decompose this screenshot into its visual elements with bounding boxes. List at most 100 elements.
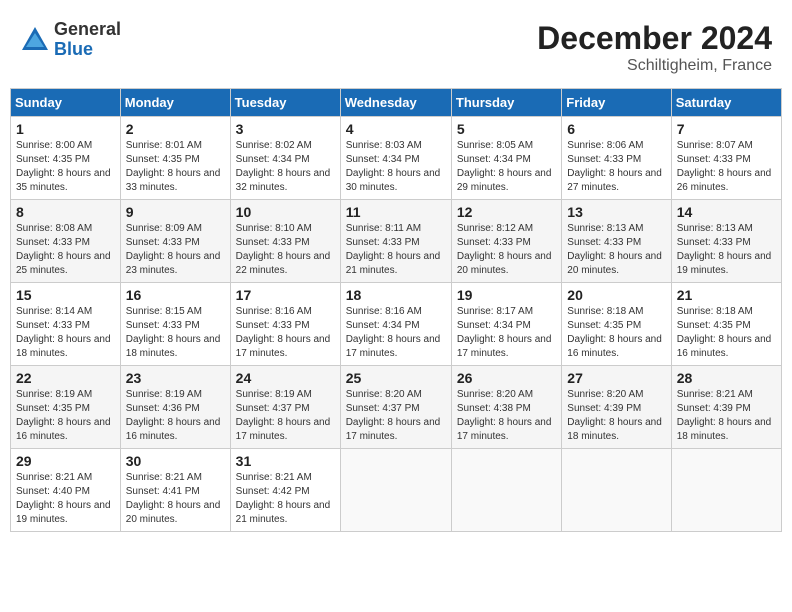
calendar-day-cell: 23 Sunrise: 8:19 AMSunset: 4:36 PMDaylig…: [120, 366, 230, 449]
calendar-day-cell: 8 Sunrise: 8:08 AMSunset: 4:33 PMDayligh…: [11, 200, 121, 283]
weekday-header-cell: Saturday: [671, 89, 781, 117]
page-header: General Blue December 2024 Schiltigheim,…: [10, 10, 782, 80]
logo-general: General: [54, 20, 121, 40]
calendar-day-cell: [451, 449, 561, 532]
calendar-day-cell: 30 Sunrise: 8:21 AMSunset: 4:41 PMDaylig…: [120, 449, 230, 532]
calendar-day-cell: 4 Sunrise: 8:03 AMSunset: 4:34 PMDayligh…: [340, 117, 451, 200]
calendar-day-cell: 25 Sunrise: 8:20 AMSunset: 4:37 PMDaylig…: [340, 366, 451, 449]
day-number: 5: [457, 121, 556, 137]
day-number: 13: [567, 204, 665, 220]
weekday-header-cell: Monday: [120, 89, 230, 117]
day-number: 20: [567, 287, 665, 303]
logo: General Blue: [20, 20, 121, 60]
calendar-day-cell: 3 Sunrise: 8:02 AMSunset: 4:34 PMDayligh…: [230, 117, 340, 200]
day-number: 22: [16, 370, 115, 386]
day-info: Sunrise: 8:08 AMSunset: 4:33 PMDaylight:…: [16, 222, 115, 278]
day-info: Sunrise: 8:11 AMSunset: 4:33 PMDaylight:…: [346, 222, 446, 278]
day-number: 9: [126, 204, 225, 220]
calendar-day-cell: 26 Sunrise: 8:20 AMSunset: 4:38 PMDaylig…: [451, 366, 561, 449]
calendar-day-cell: [340, 449, 451, 532]
logo-blue: Blue: [54, 40, 121, 60]
day-number: 4: [346, 121, 446, 137]
day-info: Sunrise: 8:01 AMSunset: 4:35 PMDaylight:…: [126, 139, 225, 195]
day-info: Sunrise: 8:17 AMSunset: 4:34 PMDaylight:…: [457, 305, 556, 361]
day-number: 30: [126, 453, 225, 469]
calendar-day-cell: [562, 449, 671, 532]
weekday-header-row: SundayMondayTuesdayWednesdayThursdayFrid…: [11, 89, 782, 117]
calendar-day-cell: 7 Sunrise: 8:07 AMSunset: 4:33 PMDayligh…: [671, 117, 781, 200]
calendar-day-cell: 28 Sunrise: 8:21 AMSunset: 4:39 PMDaylig…: [671, 366, 781, 449]
day-info: Sunrise: 8:21 AMSunset: 4:41 PMDaylight:…: [126, 471, 225, 527]
calendar-day-cell: 1 Sunrise: 8:00 AMSunset: 4:35 PMDayligh…: [11, 117, 121, 200]
day-number: 24: [236, 370, 335, 386]
calendar-day-cell: 14 Sunrise: 8:13 AMSunset: 4:33 PMDaylig…: [671, 200, 781, 283]
day-number: 15: [16, 287, 115, 303]
day-number: 29: [16, 453, 115, 469]
calendar-week-row: 15 Sunrise: 8:14 AMSunset: 4:33 PMDaylig…: [11, 283, 782, 366]
calendar-day-cell: 12 Sunrise: 8:12 AMSunset: 4:33 PMDaylig…: [451, 200, 561, 283]
calendar-day-cell: 20 Sunrise: 8:18 AMSunset: 4:35 PMDaylig…: [562, 283, 671, 366]
day-number: 19: [457, 287, 556, 303]
day-info: Sunrise: 8:13 AMSunset: 4:33 PMDaylight:…: [677, 222, 776, 278]
calendar-day-cell: [671, 449, 781, 532]
calendar-day-cell: 17 Sunrise: 8:16 AMSunset: 4:33 PMDaylig…: [230, 283, 340, 366]
day-info: Sunrise: 8:21 AMSunset: 4:39 PMDaylight:…: [677, 388, 776, 444]
calendar-day-cell: 6 Sunrise: 8:06 AMSunset: 4:33 PMDayligh…: [562, 117, 671, 200]
calendar-day-cell: 11 Sunrise: 8:11 AMSunset: 4:33 PMDaylig…: [340, 200, 451, 283]
day-info: Sunrise: 8:16 AMSunset: 4:33 PMDaylight:…: [236, 305, 335, 361]
day-number: 7: [677, 121, 776, 137]
day-number: 17: [236, 287, 335, 303]
day-info: Sunrise: 8:18 AMSunset: 4:35 PMDaylight:…: [567, 305, 665, 361]
day-info: Sunrise: 8:16 AMSunset: 4:34 PMDaylight:…: [346, 305, 446, 361]
day-info: Sunrise: 8:19 AMSunset: 4:37 PMDaylight:…: [236, 388, 335, 444]
calendar-day-cell: 27 Sunrise: 8:20 AMSunset: 4:39 PMDaylig…: [562, 366, 671, 449]
calendar-day-cell: 2 Sunrise: 8:01 AMSunset: 4:35 PMDayligh…: [120, 117, 230, 200]
weekday-header-cell: Thursday: [451, 89, 561, 117]
day-number: 23: [126, 370, 225, 386]
day-number: 28: [677, 370, 776, 386]
day-number: 1: [16, 121, 115, 137]
day-number: 12: [457, 204, 556, 220]
day-info: Sunrise: 8:20 AMSunset: 4:38 PMDaylight:…: [457, 388, 556, 444]
day-info: Sunrise: 8:20 AMSunset: 4:37 PMDaylight:…: [346, 388, 446, 444]
logo-text: General Blue: [54, 20, 121, 60]
day-info: Sunrise: 8:19 AMSunset: 4:36 PMDaylight:…: [126, 388, 225, 444]
calendar-week-row: 8 Sunrise: 8:08 AMSunset: 4:33 PMDayligh…: [11, 200, 782, 283]
day-number: 10: [236, 204, 335, 220]
day-number: 16: [126, 287, 225, 303]
day-info: Sunrise: 8:21 AMSunset: 4:42 PMDaylight:…: [236, 471, 335, 527]
day-info: Sunrise: 8:02 AMSunset: 4:34 PMDaylight:…: [236, 139, 335, 195]
day-number: 2: [126, 121, 225, 137]
day-info: Sunrise: 8:15 AMSunset: 4:33 PMDaylight:…: [126, 305, 225, 361]
day-info: Sunrise: 8:21 AMSunset: 4:40 PMDaylight:…: [16, 471, 115, 527]
weekday-header-cell: Sunday: [11, 89, 121, 117]
calendar-body: 1 Sunrise: 8:00 AMSunset: 4:35 PMDayligh…: [11, 117, 782, 532]
calendar-week-row: 29 Sunrise: 8:21 AMSunset: 4:40 PMDaylig…: [11, 449, 782, 532]
day-number: 18: [346, 287, 446, 303]
logo-icon: [20, 25, 50, 55]
day-info: Sunrise: 8:20 AMSunset: 4:39 PMDaylight:…: [567, 388, 665, 444]
day-info: Sunrise: 8:13 AMSunset: 4:33 PMDaylight:…: [567, 222, 665, 278]
calendar-day-cell: 9 Sunrise: 8:09 AMSunset: 4:33 PMDayligh…: [120, 200, 230, 283]
calendar-table: SundayMondayTuesdayWednesdayThursdayFrid…: [10, 88, 782, 532]
calendar-day-cell: 18 Sunrise: 8:16 AMSunset: 4:34 PMDaylig…: [340, 283, 451, 366]
day-info: Sunrise: 8:07 AMSunset: 4:33 PMDaylight:…: [677, 139, 776, 195]
day-number: 14: [677, 204, 776, 220]
calendar-day-cell: 31 Sunrise: 8:21 AMSunset: 4:42 PMDaylig…: [230, 449, 340, 532]
day-number: 8: [16, 204, 115, 220]
day-info: Sunrise: 8:10 AMSunset: 4:33 PMDaylight:…: [236, 222, 335, 278]
calendar-day-cell: 5 Sunrise: 8:05 AMSunset: 4:34 PMDayligh…: [451, 117, 561, 200]
location-title: Schiltigheim, France: [537, 57, 772, 75]
calendar-day-cell: 15 Sunrise: 8:14 AMSunset: 4:33 PMDaylig…: [11, 283, 121, 366]
month-title: December 2024: [537, 20, 772, 57]
day-number: 31: [236, 453, 335, 469]
day-number: 26: [457, 370, 556, 386]
title-block: December 2024 Schiltigheim, France: [537, 20, 772, 75]
day-info: Sunrise: 8:03 AMSunset: 4:34 PMDaylight:…: [346, 139, 446, 195]
weekday-header-cell: Friday: [562, 89, 671, 117]
day-info: Sunrise: 8:05 AMSunset: 4:34 PMDaylight:…: [457, 139, 556, 195]
calendar-day-cell: 21 Sunrise: 8:18 AMSunset: 4:35 PMDaylig…: [671, 283, 781, 366]
calendar-day-cell: 19 Sunrise: 8:17 AMSunset: 4:34 PMDaylig…: [451, 283, 561, 366]
day-info: Sunrise: 8:18 AMSunset: 4:35 PMDaylight:…: [677, 305, 776, 361]
weekday-header-cell: Tuesday: [230, 89, 340, 117]
